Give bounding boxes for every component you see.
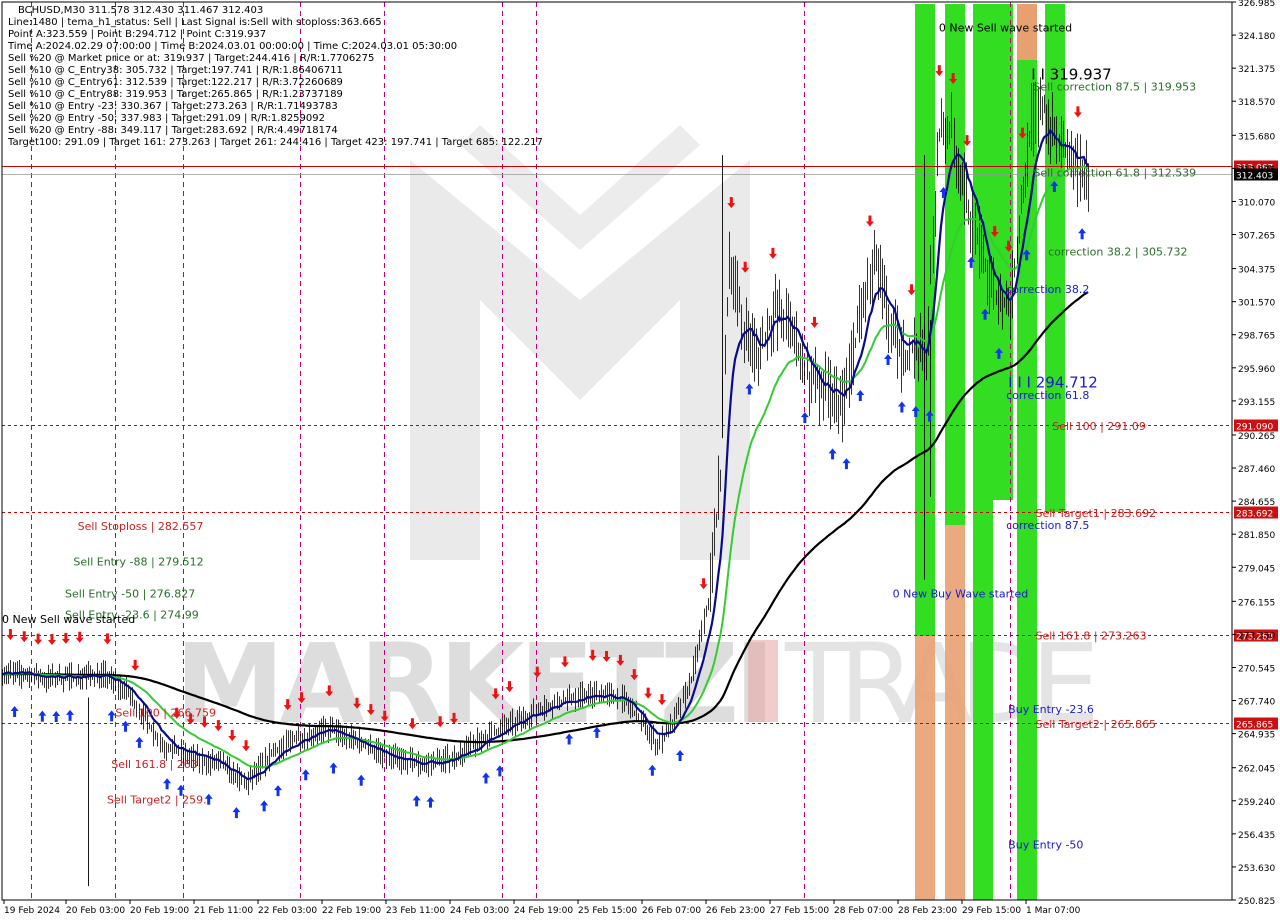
- x-tick-label-14: 28 Feb 23:00: [898, 906, 957, 916]
- x-tick-label-1: 20 Feb 03:00: [66, 906, 125, 916]
- y-tick-label-5: 312.875: [1238, 165, 1275, 175]
- annotation-8: Sell 100 | 291.09: [1052, 420, 1146, 433]
- annotation-18: Sell Entry -50 | 276.827: [65, 587, 195, 600]
- y-tick-label-8: 304.375: [1238, 266, 1275, 276]
- y-tick-label-9: 301.570: [1238, 299, 1275, 309]
- annotation-7: correction 61.8: [1006, 389, 1089, 402]
- annotation-4: correction 38.2 | 305.732: [1048, 245, 1187, 258]
- annotation-17: Sell Entry -88 | 279.512: [73, 555, 203, 568]
- info-line-0: Line:1480 | tema_h1_status: Sell | Last …: [8, 17, 382, 28]
- y-tick-label-12: 293.155: [1238, 398, 1275, 408]
- info-line-9: Sell %20 @ Entry -88: 349.117 | Target:2…: [8, 125, 338, 136]
- y-tick-label-21: 267.740: [1238, 698, 1275, 708]
- zone-green-6: [1017, 4, 1037, 900]
- x-tick-label-6: 23 Feb 11:00: [386, 906, 445, 916]
- annotation-2: Sell correction 87.5 | 319.953: [1033, 80, 1196, 93]
- y-tick-label-15: 284.655: [1238, 498, 1275, 508]
- y-tick-label-4: 315.680: [1238, 132, 1275, 142]
- level-tag-3: 283.692: [1236, 510, 1273, 520]
- info-line-8: Sell %20 @ Entry -50: 337.983 | Target:2…: [8, 113, 325, 124]
- x-tick-label-0: 19 Feb 2024: [4, 906, 60, 916]
- symbol-line: BCHUSD,M30 311.578 312.430 311.467 312.4…: [18, 5, 263, 16]
- x-tick-label-8: 24 Feb 19:00: [514, 906, 573, 916]
- x-tick-label-7: 24 Feb 03:00: [450, 906, 509, 916]
- x-tick-label-2: 20 Feb 19:00: [130, 906, 189, 916]
- y-tick-label-18: 276.155: [1238, 598, 1275, 608]
- y-tick-label-6: 310.070: [1238, 198, 1275, 208]
- x-tick-label-15: 29 Feb 15:00: [962, 906, 1021, 916]
- level-tag-5: 265.865: [1236, 721, 1273, 731]
- annotation-10: correction 87.5: [1006, 519, 1089, 532]
- y-tick-label-22: 264.935: [1238, 731, 1275, 741]
- x-tick-label-16: 1 Mar 07:00: [1026, 906, 1081, 916]
- x-tick-label-9: 25 Feb 15:00: [578, 906, 637, 916]
- x-tick-label-5: 22 Feb 19:00: [322, 906, 381, 916]
- annotation-3: Sell correction 61.8 | 312.539: [1033, 166, 1196, 179]
- annotation-21: Sell 100 | 266.759: [115, 706, 216, 719]
- zone-green-4: [973, 4, 993, 900]
- y-tick-label-25: 256.435: [1238, 831, 1275, 841]
- annotation-15: Buy Entry -50: [1008, 838, 1083, 851]
- info-line-7: Sell %10 @ Entry -23: 330.367 | Target:2…: [8, 101, 338, 112]
- x-tick-label-13: 28 Feb 07:00: [834, 906, 893, 916]
- annotation-22: Sell 161.8 | 263.: [111, 758, 201, 771]
- y-tick-label-16: 281.850: [1238, 531, 1275, 541]
- annotation-20: 0 New Sell wave started: [2, 613, 135, 626]
- y-tick-label-2: 321.375: [1238, 65, 1275, 75]
- info-line-5: Sell %10 @ C_Entry61: 312.539 | Target:1…: [8, 77, 343, 88]
- annotation-14: Sell Target2 | 265.865: [1035, 718, 1156, 731]
- y-tick-label-24: 259.240: [1238, 798, 1275, 808]
- info-line-6: Sell %10 @ C_Entry88: 319.953 | Target:2…: [8, 89, 343, 100]
- x-tick-label-12: 27 Feb 15:00: [770, 906, 829, 916]
- x-tick-label-10: 26 Feb 07:00: [642, 906, 701, 916]
- price-chart[interactable]: MARKETZI TRADE 313.067312.403291.090283.…: [0, 0, 1280, 920]
- annotation-5: correction 38.2: [1006, 283, 1089, 296]
- annotation-23: Sell Target2 | 259.: [107, 794, 207, 807]
- y-tick-label-17: 279.045: [1238, 564, 1275, 574]
- annotation-0: 0 New Sell wave started: [939, 21, 1072, 34]
- y-tick-label-14: 287.460: [1238, 465, 1275, 475]
- x-tick-label-3: 21 Feb 11:00: [194, 906, 253, 916]
- annotation-12: Sell 161.8 | 273.263: [1035, 630, 1146, 643]
- y-tick-label-23: 262.045: [1238, 765, 1275, 775]
- x-tick-label-11: 26 Feb 23:00: [706, 906, 765, 916]
- info-line-1: Point A:323.559 | Point B:294.712 | Poin…: [8, 29, 266, 40]
- annotation-13: Buy Entry -23.6: [1008, 703, 1094, 716]
- watermark-left-text: MARKETZI: [175, 620, 775, 748]
- y-tick-label-26: 253.630: [1238, 864, 1275, 874]
- info-line-3: Sell %20 @ Market price or at: 319.937 |…: [8, 53, 374, 64]
- y-tick-label-10: 298.765: [1238, 332, 1275, 342]
- info-line-10: Target100: 291.09 | Target 161: 273.263 …: [7, 137, 543, 148]
- annotation-16: Sell Stoploss | 282.557: [78, 520, 204, 533]
- y-tick-label-20: 270.545: [1238, 664, 1275, 674]
- y-tick-label-13: 290.265: [1238, 432, 1275, 442]
- info-line-2: Time A:2024.02.29 07:00:00 | Time B:2024…: [7, 41, 457, 52]
- chart-window: MARKETZI TRADE 313.067312.403291.090283.…: [0, 0, 1280, 920]
- y-tick-label-19: 273.350: [1238, 631, 1275, 641]
- y-tick-label-3: 318.570: [1238, 98, 1275, 108]
- x-tick-label-4: 22 Feb 03:00: [258, 906, 317, 916]
- y-tick-label-11: 295.960: [1238, 365, 1275, 375]
- y-tick-label-7: 307.265: [1238, 232, 1275, 242]
- info-line-4: Sell %10 @ C_Entry38: 305.732 | Target:1…: [8, 65, 343, 76]
- annotation-11: 0 New Buy Wave started: [893, 587, 1029, 600]
- y-tick-label-1: 324.180: [1238, 32, 1275, 42]
- y-tick-label-0: 326.985: [1238, 0, 1275, 9]
- watermark-red-bar: [748, 640, 778, 722]
- y-tick-label-27: 250.825: [1238, 897, 1275, 907]
